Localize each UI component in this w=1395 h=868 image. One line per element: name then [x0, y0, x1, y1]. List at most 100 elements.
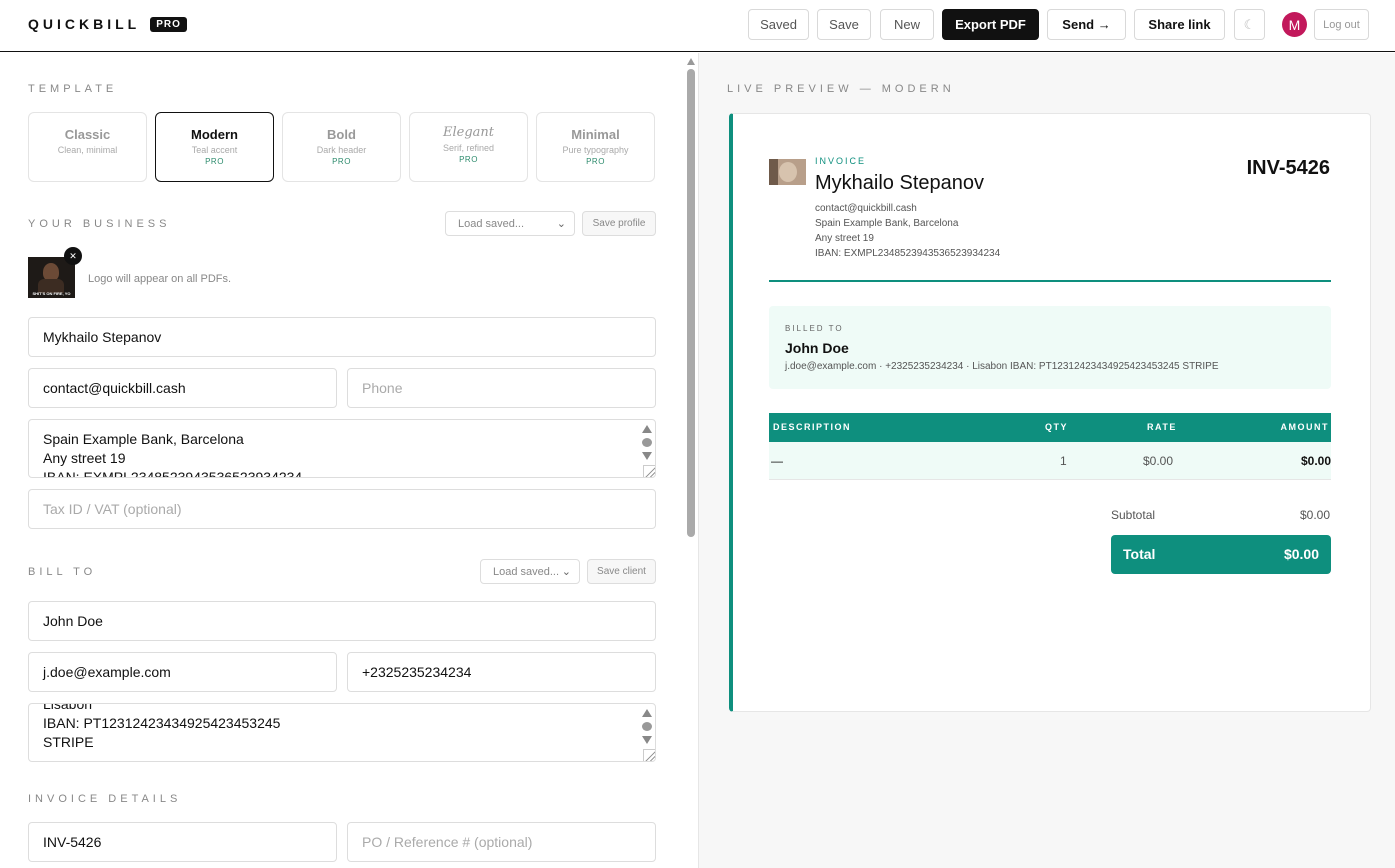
total-label: Total [1123, 546, 1156, 562]
scroll-thumb[interactable] [687, 69, 695, 537]
template-minimal[interactable]: Minimal Pure typography PRO [536, 112, 655, 182]
scroll-up-arrow[interactable] [687, 58, 695, 65]
address-line: Any street 19 [43, 450, 126, 466]
client-name-input[interactable]: John Doe [28, 601, 656, 641]
subtotal-value: $0.00 [1299, 508, 1330, 522]
invoice-from-line: contact@quickbill.cash [815, 203, 917, 214]
column-header: DESCRIPTION [773, 422, 852, 432]
billed-to-detail: j.doe@example.com · +2325235234234 · Lis… [785, 361, 1219, 372]
client-load-saved-select[interactable]: Load saved... ⌄ [480, 559, 580, 584]
template-bold[interactable]: Bold Dark header PRO [282, 112, 401, 182]
template-sub: Pure typography [562, 145, 629, 155]
template-pro: PRO [459, 155, 478, 164]
subtotal-label: Subtotal [1111, 508, 1156, 522]
logout-button[interactable]: Log out [1314, 9, 1369, 40]
send-button[interactable]: Send → [1047, 9, 1126, 40]
total-value: $0.00 [1283, 546, 1319, 562]
moon-icon: ☾ [1243, 16, 1256, 32]
business-address-textarea[interactable]: Spain Example Bank, Barcelona Any street… [28, 419, 656, 478]
template-name: Bold [327, 127, 356, 142]
row-amount: $0.00 [1300, 454, 1331, 468]
template-pro: PRO [332, 157, 351, 166]
resize-handle[interactable] [643, 465, 655, 477]
address-line: IBAN: EXMPL2348523943536523934234 [43, 469, 303, 478]
billed-to-box: BILLED TO John Doe j.doe@example.com · +… [769, 306, 1331, 389]
logo-note: Logo will appear on all PDFs. [88, 273, 232, 285]
theme-toggle-button[interactable]: ☾ [1234, 9, 1265, 40]
template-sub: Dark header [316, 145, 367, 155]
new-button[interactable]: New [880, 9, 934, 40]
bill-to-label: BILL TO [28, 566, 97, 578]
template-elegant[interactable]: Elegant Serif, refined PRO [409, 112, 528, 182]
template-modern[interactable]: Modern Teal accent PRO [155, 112, 274, 182]
tax-id-input[interactable]: Tax ID / VAT (optional) [28, 489, 656, 529]
template-name: Modern [191, 127, 238, 142]
invoice-from-name: Mykhailo Stepanov [815, 172, 984, 194]
live-preview-label: LIVE PREVIEW — MODERN [727, 83, 955, 95]
column-header: AMOUNT [1280, 422, 1329, 432]
column-header: QTY [1045, 422, 1069, 432]
header-rule [769, 280, 1331, 282]
invoice-kicker: INVOICE [815, 156, 867, 166]
brand-name: QUICKBILL [28, 16, 141, 32]
row-description: — [771, 454, 783, 468]
client-email-input[interactable]: j.doe@example.com [28, 652, 337, 692]
save-button[interactable]: Save [817, 9, 871, 40]
template-name: Minimal [571, 127, 620, 142]
saved-button[interactable]: Saved [748, 9, 809, 40]
brand: QUICKBILL PRO [28, 16, 187, 32]
template-name: Classic [64, 127, 111, 142]
close-icon: ✕ [69, 250, 77, 261]
invoice-logo [769, 159, 806, 185]
address-line: Lisabon [43, 703, 93, 712]
select-value: Load saved... [458, 217, 525, 230]
template-label: TEMPLATE [28, 83, 118, 95]
row-qty: 1 [1060, 454, 1067, 468]
billed-to-label: BILLED TO [785, 324, 844, 333]
preview-panel: LIVE PREVIEW — MODERN INVOICE Mykhailo S… [699, 53, 1395, 868]
invoice-details-label: INVOICE DETAILS [28, 793, 182, 805]
business-email-input[interactable]: contact@quickbill.cash [28, 368, 337, 408]
avatar[interactable]: M [1282, 12, 1307, 37]
items-table-header: DESCRIPTION QTY RATE AMOUNT [769, 413, 1331, 442]
address-line: IBAN: PT12312423434925423453245 [43, 715, 281, 731]
remove-logo-button[interactable]: ✕ [64, 247, 82, 265]
row-rate: $0.00 [1143, 454, 1174, 468]
logo-caption: SHIT'S ON FIRE, YO [32, 291, 71, 296]
column-header: RATE [1147, 422, 1177, 432]
invoice-number-input[interactable]: INV-5426 [28, 822, 337, 862]
export-pdf-button[interactable]: Export PDF [942, 9, 1039, 40]
select-value: Load saved... [493, 565, 560, 578]
template-pro: PRO [205, 157, 224, 166]
editor-panel: TEMPLATE Classic Clean, minimal Modern T… [0, 53, 684, 868]
invoice-preview: INVOICE Mykhailo Stepanov contact@quickb… [729, 113, 1371, 712]
address-line: Spain Example Bank, Barcelona [43, 431, 244, 447]
template-pro: PRO [586, 157, 605, 166]
template-classic[interactable]: Classic Clean, minimal [28, 112, 147, 182]
template-sub: Teal accent [191, 145, 238, 155]
business-name-input[interactable]: Mykhailo Stepanov [28, 317, 656, 357]
resize-handle[interactable] [643, 749, 655, 761]
invoice-from-line: Any street 19 [815, 233, 874, 244]
invoice-from-line: Spain Example Bank, Barcelona [815, 218, 959, 229]
client-phone-input[interactable]: +2325235234234 [347, 652, 656, 692]
invoice-from-line: IBAN: EXMPL2348523943536523934234 [815, 248, 1001, 259]
template-sub: Clean, minimal [57, 145, 118, 155]
chevron-down-icon: ⌄ [561, 566, 571, 578]
business-phone-input[interactable]: Phone [347, 368, 656, 408]
save-client-button[interactable]: Save client [587, 559, 656, 584]
template-name: Elegant [442, 125, 494, 140]
your-business-label: YOUR BUSINESS [28, 218, 171, 230]
editor-scrollbar[interactable] [684, 53, 698, 868]
save-profile-button[interactable]: Save profile [582, 211, 656, 236]
client-address-textarea[interactable]: Lisabon IBAN: PT12312423434925423453245 … [28, 703, 656, 762]
invoice-number: INV-5426 [1246, 157, 1330, 179]
table-row: — 1 $0.00 $0.00 [769, 442, 1331, 480]
business-load-saved-select[interactable]: Load saved... ⌄ [445, 211, 575, 236]
share-link-button[interactable]: Share link [1134, 9, 1225, 40]
top-bar: QUICKBILL PRO Saved Save New Export PDF … [0, 0, 1395, 52]
po-reference-input[interactable]: PO / Reference # (optional) [347, 822, 656, 862]
pro-badge: PRO [150, 16, 187, 32]
address-line: STRIPE [43, 734, 94, 750]
billed-to-name: John Doe [785, 340, 849, 356]
